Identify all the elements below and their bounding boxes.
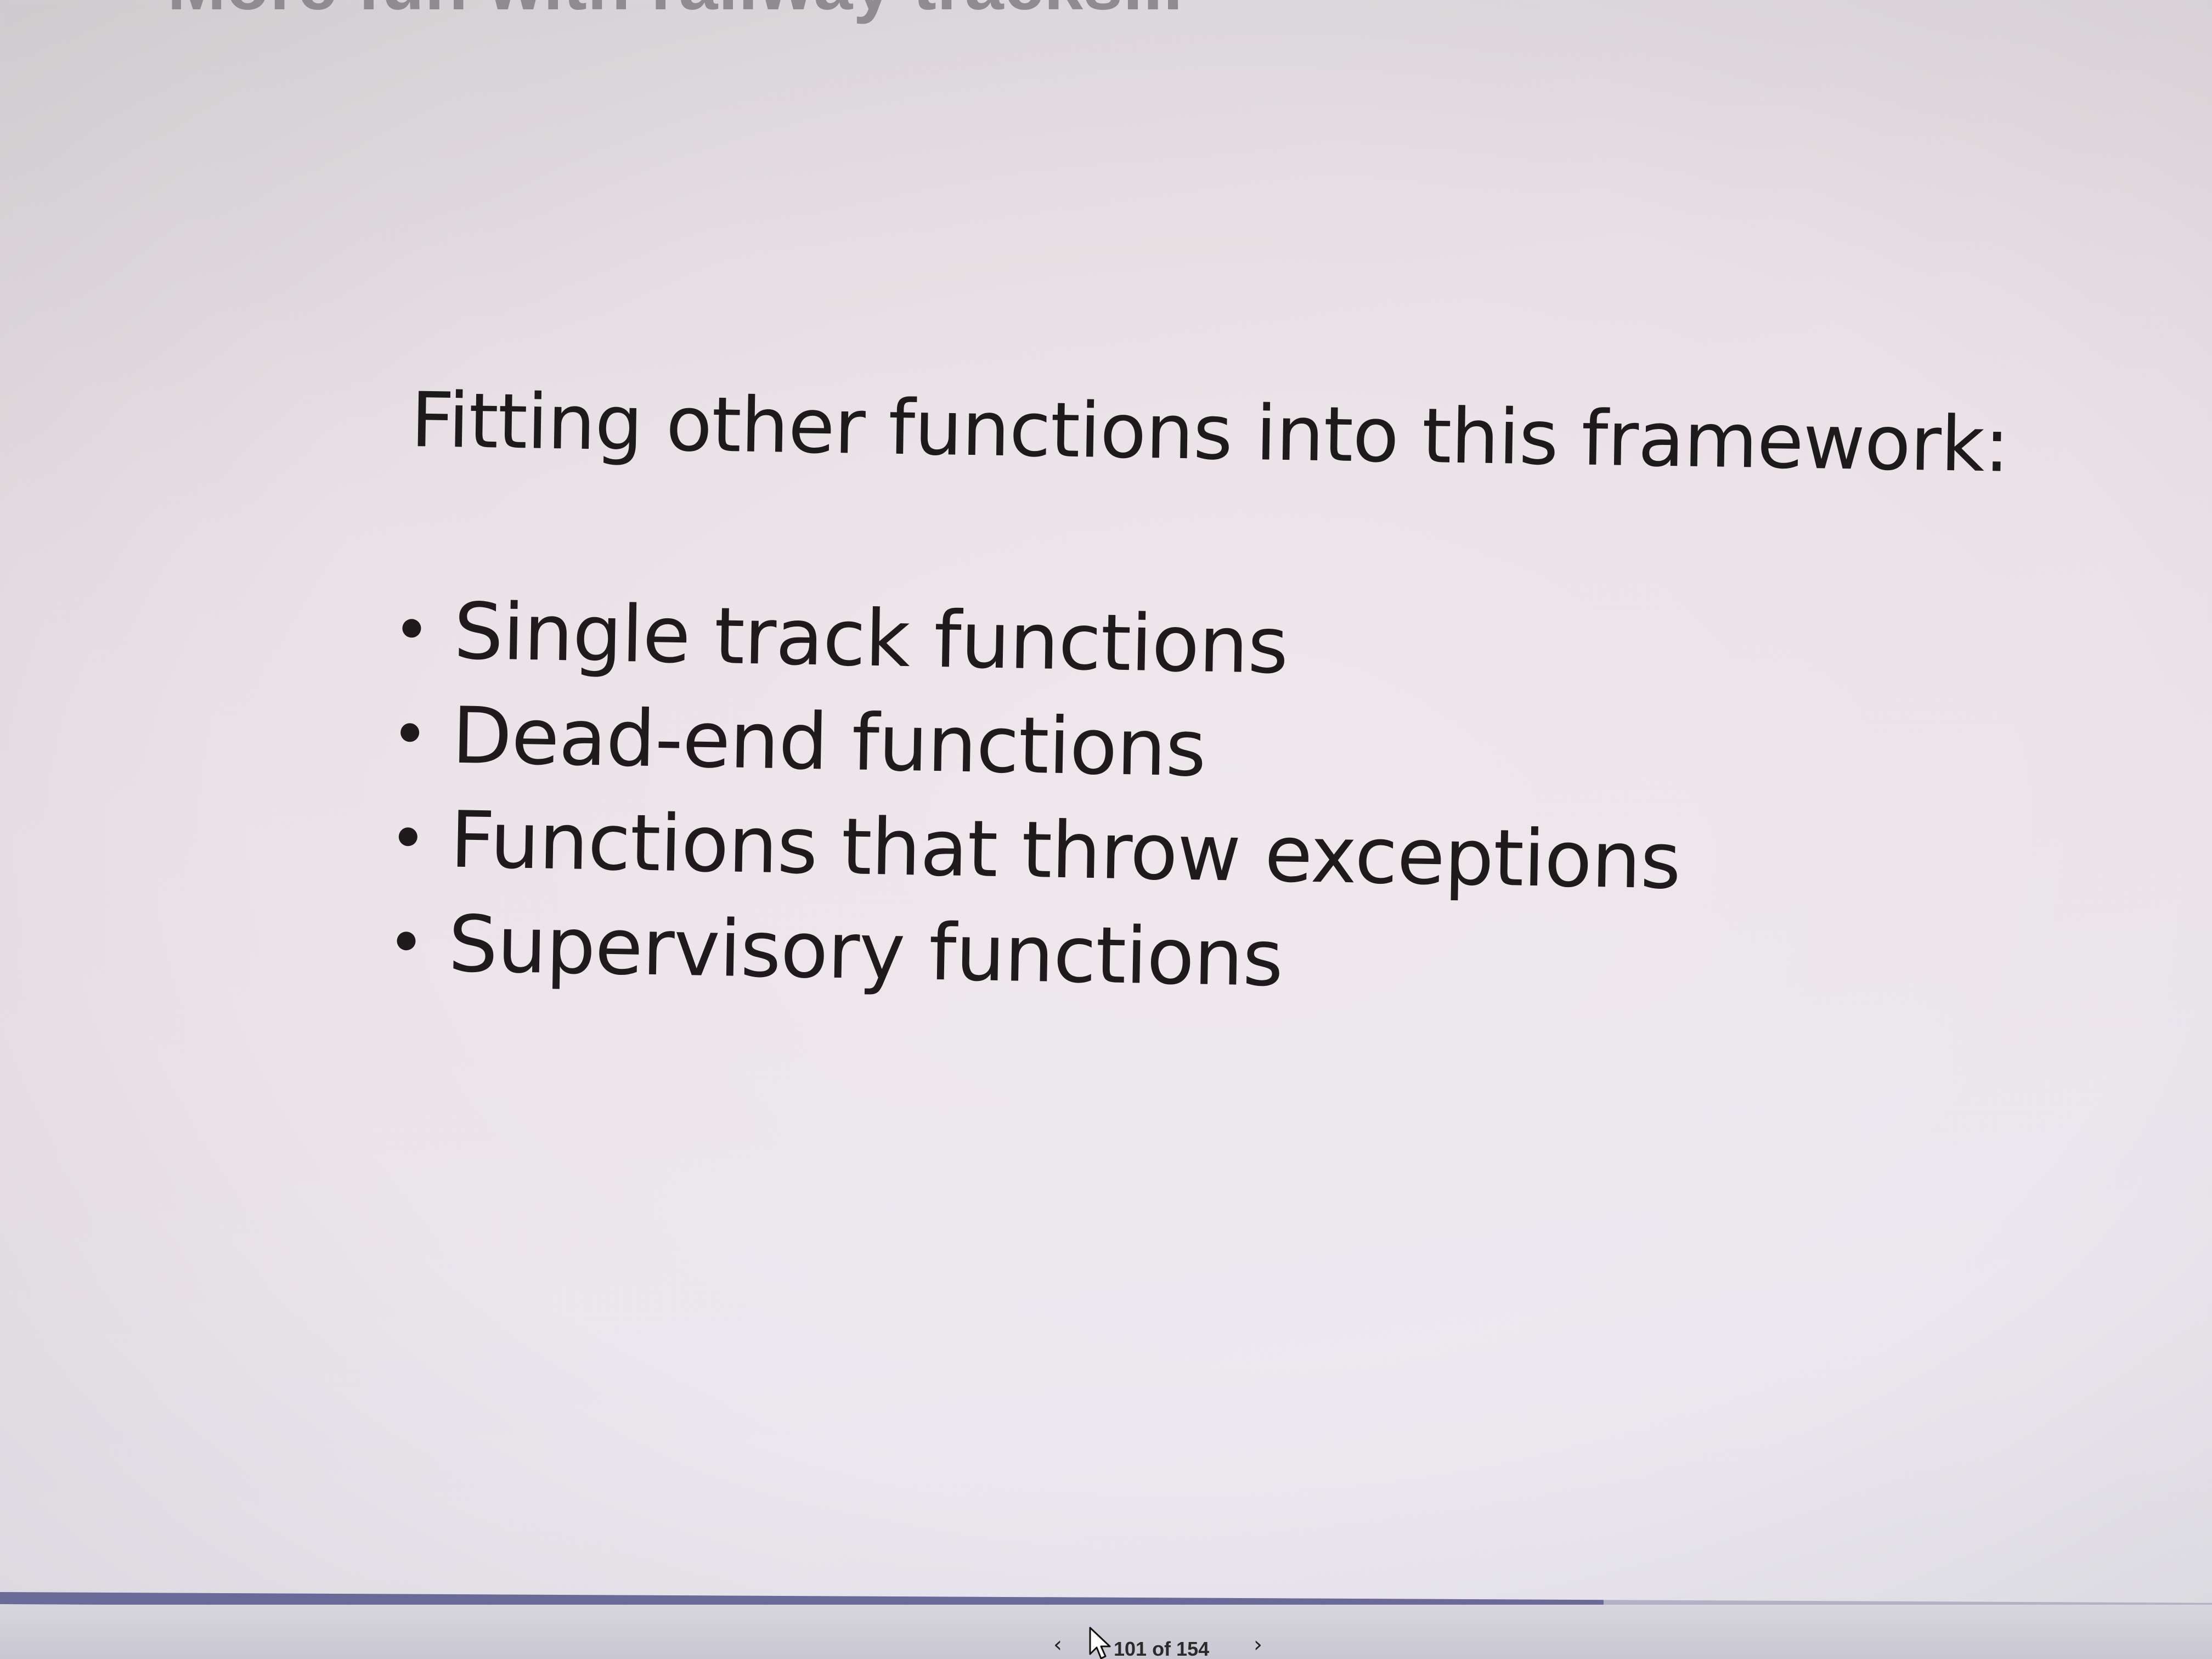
bullet-icon (397, 931, 416, 951)
bullet-text: Single track functions (453, 586, 1289, 692)
chevron-left-icon: ‹ (1053, 1632, 1062, 1657)
page-counter: 101 of 154 (1114, 1638, 1210, 1659)
next-slide-button[interactable]: › (1254, 1632, 1262, 1657)
bullet-text: Functions that throw exceptions (449, 794, 1681, 907)
bullet-icon (398, 827, 418, 847)
bullet-icon (400, 723, 420, 742)
mouse-pointer-icon (1089, 1627, 1111, 1659)
previous-slide-button[interactable]: ‹ (1053, 1632, 1062, 1657)
chevron-right-icon: › (1254, 1632, 1262, 1657)
bullet-text: Dead-end functions (451, 690, 1207, 794)
list-item: Supervisory functions (396, 891, 1680, 1018)
slide-title: More fun with railway tracks... (167, 0, 1183, 21)
bullet-list: Single track functions Dead-end function… (396, 579, 1685, 1018)
bullet-icon (402, 618, 421, 638)
bullet-text: Supervisory functions (447, 899, 1284, 1005)
slide-heading: Fitting other functions into this framew… (410, 376, 2010, 489)
